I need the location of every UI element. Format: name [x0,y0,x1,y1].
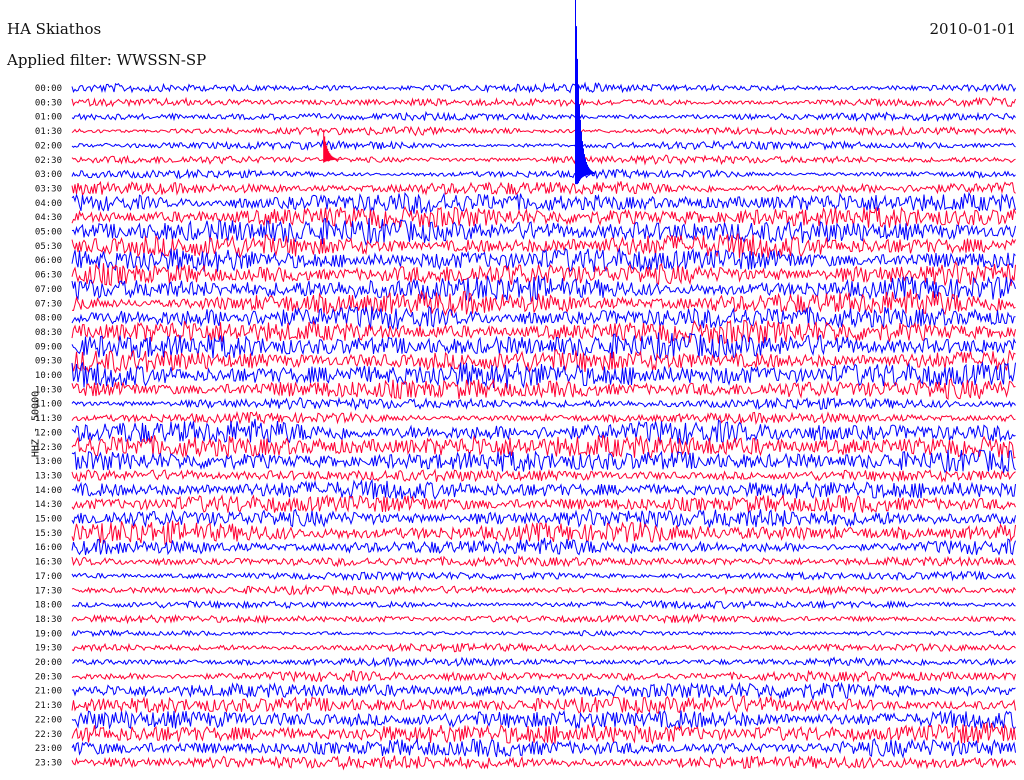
time-label: 13:30 [35,471,62,481]
time-label: 18:00 [35,601,62,611]
trace-line [71,656,1016,668]
trace-line [71,613,1016,625]
time-label: 10:00 [35,371,62,381]
trace-line [71,396,1016,411]
time-label: 01:00 [35,113,62,123]
time-label: 09:30 [35,357,62,367]
time-label: 09:00 [35,342,62,352]
trace-line [71,377,1016,401]
trace-line [71,468,1016,483]
trace-line [71,247,1016,273]
trace-line [71,110,1016,123]
time-label: 08:30 [35,328,62,338]
trace-line [71,722,1016,745]
time-label: 00:00 [35,84,62,94]
trace-line [71,709,1016,731]
time-label: 11:00 [35,400,62,410]
time-label: 07:00 [35,285,62,295]
time-label: 20:00 [35,658,62,668]
time-label: 05:00 [35,228,62,238]
time-label: 00:30 [35,98,62,108]
time-label-layer: 00:00 00:30 01:00 01:30 02:00 02:30 03:00 03:30… [35,84,62,768]
time-label: 10:30 [35,385,62,395]
trace-line [71,449,1016,474]
time-label: 17:00 [35,572,62,582]
time-label: 04:00 [35,199,62,209]
trace-line [71,584,1016,597]
time-label: 16:30 [35,558,62,568]
time-label: 14:30 [35,500,62,510]
time-label: 02:30 [35,156,62,166]
time-label: 23:00 [35,744,62,754]
trace-line [71,570,1016,582]
trace-line [71,737,1016,759]
trace-line [71,418,1016,446]
trace-line [71,191,1016,216]
time-label: 02:00 [35,141,62,151]
helicorder-plot: 00:00 00:30 01:00 01:30 02:00 02:30 03:00 03:30… [35,0,1016,771]
time-label: 22:00 [35,715,62,725]
time-label: 06:00 [35,256,62,266]
time-label: 14:00 [35,486,62,496]
time-label: 20:30 [35,672,62,682]
time-label: 12:00 [35,428,62,438]
trace-line [71,217,1016,246]
time-label: 15:30 [35,529,62,539]
time-label: 16:00 [35,543,62,553]
time-label: 19:30 [35,644,62,654]
time-label: 13:00 [35,457,62,467]
time-label: 11:30 [35,414,62,424]
trace-line [71,180,1016,197]
trace-line [71,319,1016,345]
trace-line [71,304,1016,331]
time-label: 22:30 [35,730,62,740]
trace-line [71,125,1016,137]
trace-layer [71,0,1016,771]
trace-line [71,205,1016,229]
trace-line [71,669,1016,683]
trace-line [71,0,1016,185]
trace-line [71,410,1016,426]
trace-line [71,478,1016,500]
trace-line [71,233,1016,260]
trace-line [71,694,1016,714]
time-label: 08:00 [35,314,62,324]
time-label: 03:00 [35,170,62,180]
time-label: 12:30 [35,443,62,453]
trace-line [71,755,1016,771]
time-label: 03:30 [35,184,62,194]
time-label: 05:30 [35,242,62,252]
time-label: 23:30 [35,758,62,768]
trace-line [71,599,1016,610]
time-label: 17:30 [35,586,62,596]
time-label: 07:30 [35,299,62,309]
trace-line [71,508,1016,528]
trace-line [71,139,1016,151]
trace-line [71,554,1016,568]
trace-line [71,537,1016,556]
time-label: 21:30 [35,701,62,711]
trace-line [71,260,1016,287]
trace-line [71,81,1016,94]
time-label: 04:30 [35,213,62,223]
trace-line [71,681,1016,701]
time-label: 15:00 [35,515,62,525]
time-label: 19:00 [35,629,62,639]
time-label: 01:30 [35,127,62,137]
time-label: 21:00 [35,687,62,697]
trace-line [71,96,1016,108]
trace-line [71,642,1016,653]
trace-line [71,434,1016,459]
time-label: 18:30 [35,615,62,625]
trace-line [71,628,1016,638]
time-label: 06:30 [35,271,62,281]
